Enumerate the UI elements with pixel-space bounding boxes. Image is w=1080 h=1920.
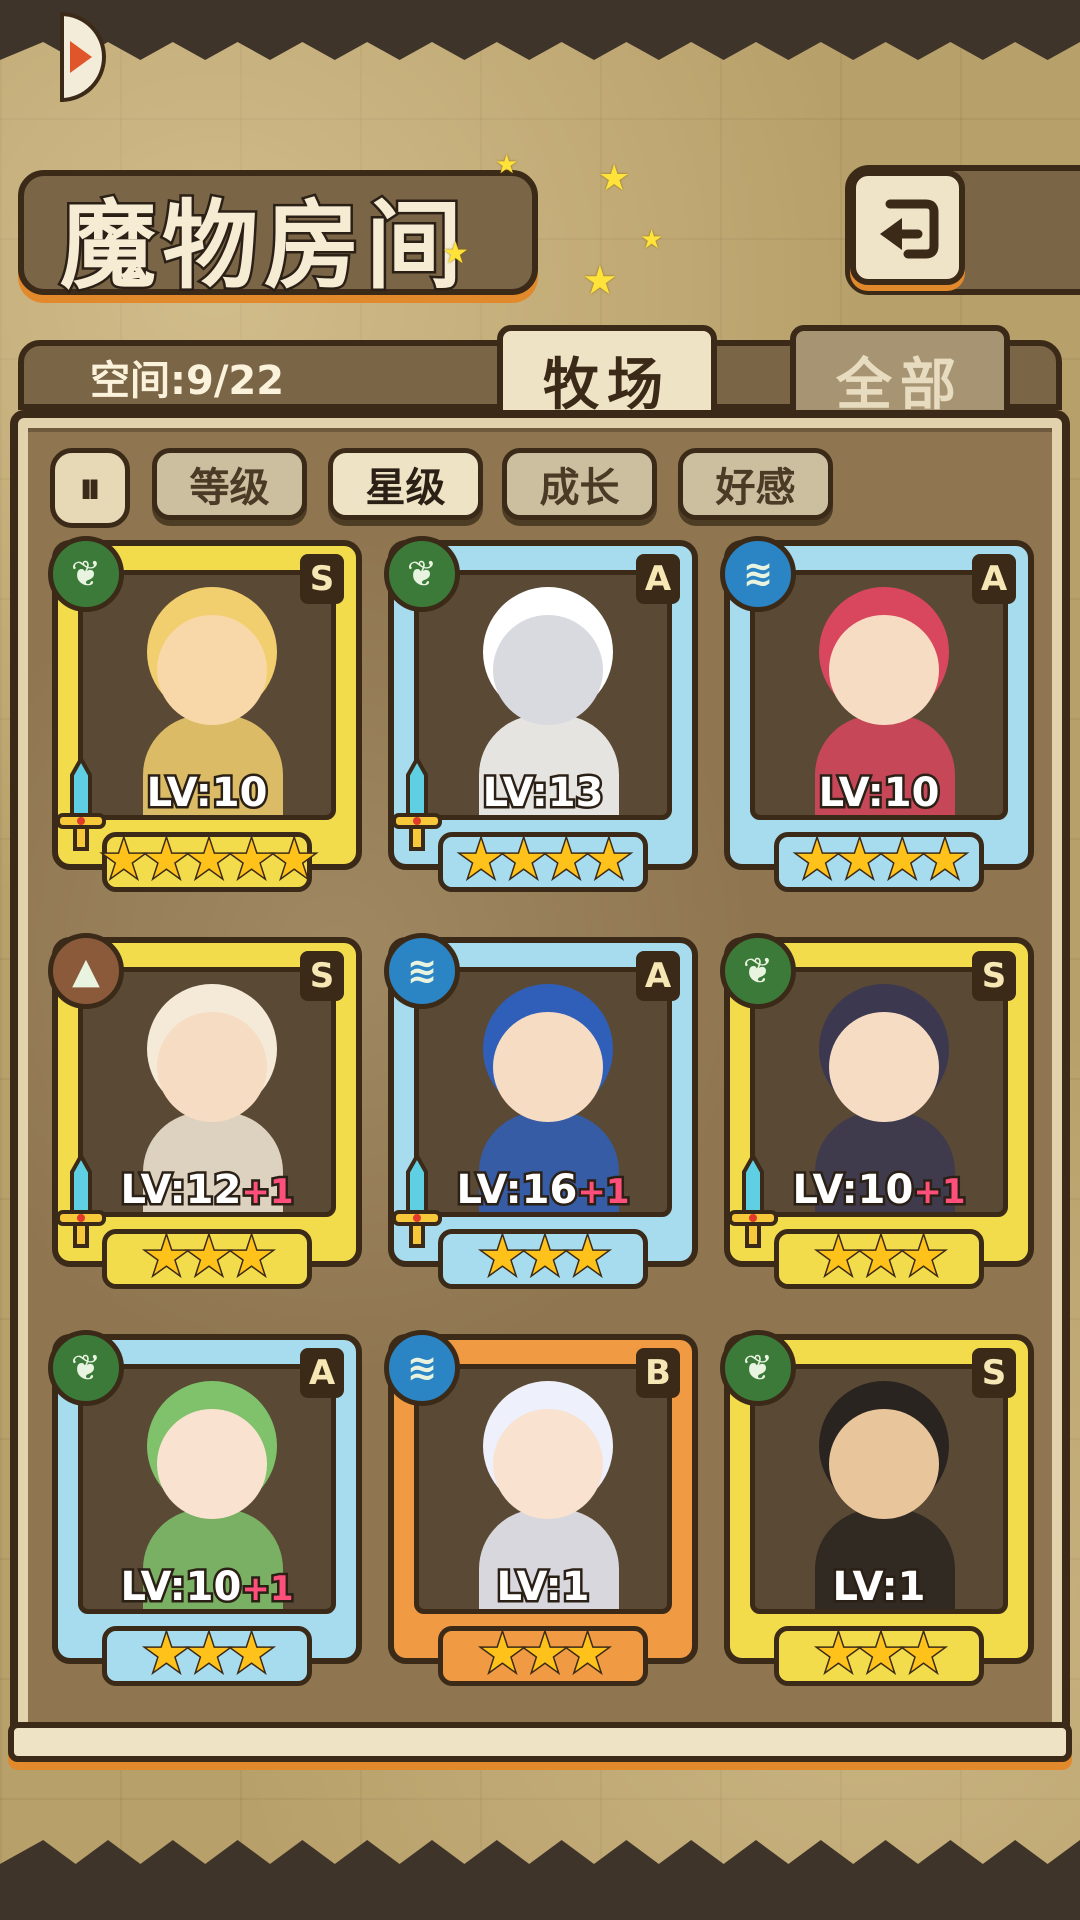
monster-card[interactable]: ❦ A LV:10+1 ★★★ [48,1330,362,1694]
page-title: 魔物房间 [58,187,468,305]
star-rating: ★★★ [478,1226,613,1289]
water-element-icon: ≋ [384,933,460,1009]
monster-face [493,615,603,725]
star-rating: ★★★★★ [99,829,319,892]
level-label: LV:10+1 [52,1562,362,1613]
monster-face [493,1012,603,1122]
monster-card[interactable]: ❦ S LV:10+1 ★★★ [720,933,1034,1297]
sort-by-affection-button[interactable]: 好感 [678,448,833,520]
rank-badge: S [300,951,344,1001]
water-element-icon: ≋ [720,536,796,612]
sparkle-star-icon: ★ [495,150,519,180]
back-arrow-icon [879,199,938,258]
rank-badge: S [972,1348,1016,1398]
level-label: LV:10+1 [724,1165,1034,1216]
monster-card[interactable]: ❦ A LV:13 ★★★★ [384,536,698,900]
sparkle-star-icon: ★ [640,225,664,255]
rank-badge: A [636,554,680,604]
level-label: LV:13 [388,768,698,819]
nature-element-icon: ❦ [720,1330,796,1406]
sparkle-star-icon: ★ [442,236,469,271]
level-label: LV:10 [724,768,1034,819]
monster-face [829,1012,939,1122]
monster-card[interactable]: ≋ B LV:1 ★★★ [384,1330,698,1694]
star-rating: ★★★ [814,1623,949,1686]
monster-card[interactable]: ❦ S LV:10 ★★★★★ [48,536,362,900]
panel-bottom-bar [8,1722,1072,1762]
star-rating: ★★★ [478,1623,613,1686]
rank-badge: A [300,1348,344,1398]
level-value: LV:1 [830,1562,928,1613]
level-value: LV:16 [454,1165,580,1216]
level-value: LV:10 [790,1165,916,1216]
level-value: LV:10 [816,768,942,819]
level-value: LV:12 [118,1165,244,1216]
star-rating: ★★★★ [792,829,969,892]
level-bonus: +1 [239,1567,296,1612]
monster-face [829,1409,939,1519]
level-value: LV:10 [144,768,270,819]
monster-card[interactable]: ❦ S LV:1 ★★★ [720,1330,1034,1694]
monster-face [157,615,267,725]
level-bonus: +1 [911,1170,968,1215]
monster-face [157,1409,267,1519]
monster-card[interactable]: ≋ A LV:10 ★★★★ [720,536,1034,900]
nature-element-icon: ❦ [384,536,460,612]
star-rating: ★★★ [142,1226,277,1289]
monster-card[interactable]: ▲ S LV:12+1 ★★★ [48,933,362,1297]
level-value: LV:1 [494,1562,592,1613]
monster-card[interactable]: ≋ A LV:16+1 ★★★ [384,933,698,1297]
earth-element-icon: ▲ [48,933,124,1009]
nature-element-icon: ❦ [720,933,796,1009]
rank-badge: S [300,554,344,604]
level-value: LV:13 [480,768,606,819]
level-bonus: +1 [239,1170,296,1215]
back-button[interactable] [850,170,965,285]
star-rating: ★★★ [142,1623,277,1686]
sort-by-growth-button[interactable]: 成长 [502,448,657,520]
monster-face [493,1409,603,1519]
rank-badge: A [972,554,1016,604]
nature-element-icon: ❦ [48,1330,124,1406]
level-label: LV:10 [52,768,362,819]
rank-badge: S [972,951,1016,1001]
rank-badge: A [636,951,680,1001]
level-bonus: +1 [575,1170,632,1215]
level-label: LV:12+1 [52,1165,362,1216]
sort-order-icon: ⏸ [79,462,101,514]
rank-badge: B [636,1348,680,1398]
level-label: LV:1 [388,1562,698,1613]
sort-order-toggle[interactable]: ⏸ [50,448,130,528]
level-value: LV:10 [118,1562,244,1613]
sparkle-star-icon: ★ [582,258,618,304]
level-label: LV:16+1 [388,1165,698,1216]
star-rating: ★★★ [814,1226,949,1289]
water-element-icon: ≋ [384,1330,460,1406]
star-rating: ★★★★ [456,829,633,892]
sort-by-star-button[interactable]: 星级 [328,448,483,520]
nature-element-icon: ❦ [48,536,124,612]
monster-face [829,615,939,725]
sort-by-level-button[interactable]: 等级 [152,448,307,520]
space-capacity: 空间:9/22 [90,358,285,404]
level-label: LV:1 [724,1562,1034,1613]
monster-face [157,1012,267,1122]
sparkle-star-icon: ★ [598,158,631,199]
